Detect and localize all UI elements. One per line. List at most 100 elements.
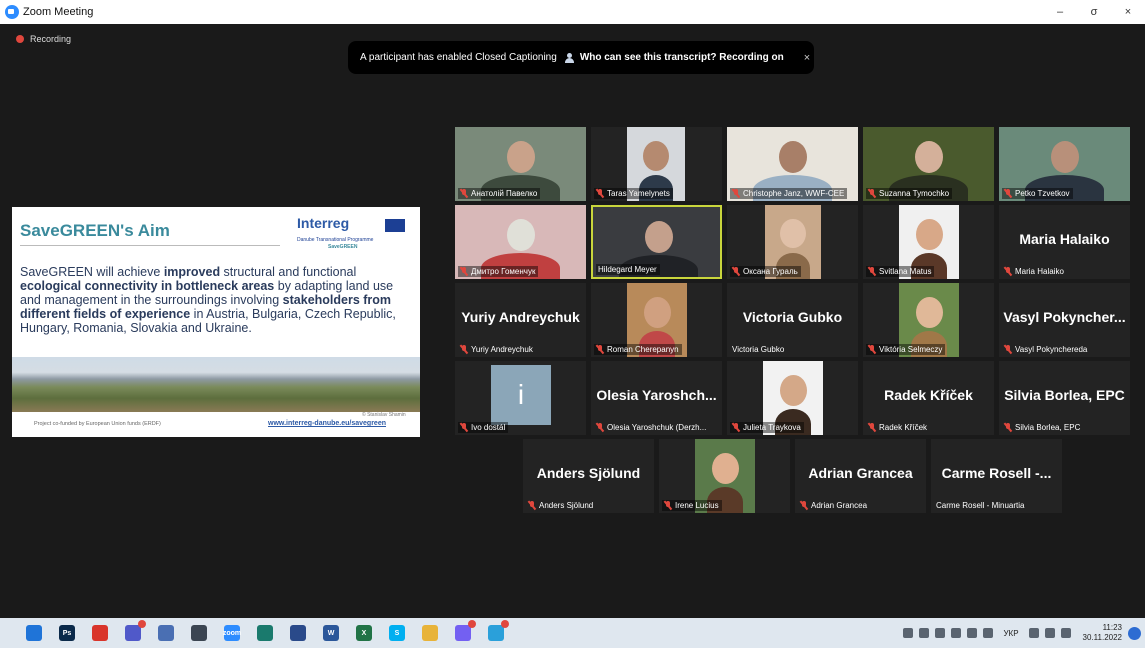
tray-app-icon[interactable]	[951, 628, 962, 638]
window-controls: – σ ×	[1043, 0, 1145, 24]
participant-name: Yuriy Andreychuk	[471, 345, 533, 354]
participant-tile[interactable]: Irene Lucius	[659, 439, 790, 513]
participant-name: Viktória Selmeczy	[879, 345, 943, 354]
participant-name: Roman Cherepanyn	[607, 345, 679, 354]
shared-screen[interactable]: SaveGREEN's Aim Interreg Danube Transnat…	[12, 207, 420, 437]
transcript-info-label: Who can see this transcript? Recording o…	[579, 52, 784, 63]
app-red-icon[interactable]	[92, 625, 108, 641]
participant-tile[interactable]: Vasyl Pokyncher... Vasyl Pokynchereda	[999, 283, 1130, 357]
clock-time: 11:23	[1102, 623, 1122, 632]
teams-icon[interactable]	[125, 620, 146, 641]
calculator-icon[interactable]	[191, 625, 207, 641]
participant-display-name: Vasyl Pokyncher...	[1003, 309, 1126, 325]
participant-name-label: Оксана Гураль	[730, 266, 801, 277]
window-title: Zoom Meeting	[23, 6, 94, 18]
participant-tile[interactable]: Silvia Borlea, EPC Silvia Borlea, EPC	[999, 361, 1130, 435]
recording-indicator[interactable]: Recording	[16, 34, 71, 44]
participant-tile[interactable]: Дмитро Гоменчук	[455, 205, 586, 279]
telegram-icon[interactable]	[488, 620, 509, 641]
participant-display-name: Olesia Yaroshch...	[596, 387, 717, 403]
participant-name-label: Vasyl Pokynchereda	[1002, 344, 1090, 355]
mic-muted-icon	[528, 501, 536, 510]
participant-name-label: Silvia Borlea, EPC	[1002, 422, 1083, 433]
windows-taskbar: Ps zoom W X S УКР 11:23 30.11.2022	[0, 618, 1145, 648]
mic-muted-icon	[460, 423, 468, 432]
participant-tile[interactable]: Viktória Selmeczy	[863, 283, 994, 357]
participant-tile[interactable]: Suzanna Tymochko	[863, 127, 994, 201]
mic-muted-icon	[460, 189, 468, 198]
word-icon[interactable]: W	[323, 625, 339, 641]
participant-tile[interactable]: Carme Rosell -... Carme Rosell - Minuarti…	[931, 439, 1062, 513]
maximize-button[interactable]: σ	[1077, 0, 1111, 24]
participant-tile[interactable]: Оксана Гураль	[727, 205, 858, 279]
participant-tile[interactable]: Taras Yamelynets	[591, 127, 722, 201]
participant-tile[interactable]: Maria Halaiko Maria Halaiko	[999, 205, 1130, 279]
participant-tile[interactable]: Anders Sjölund Anders Sjölund	[523, 439, 654, 513]
participant-display-name: Victoria Gubko	[742, 309, 843, 325]
notification-icon[interactable]	[1128, 626, 1141, 640]
clock[interactable]: 11:23 30.11.2022	[1083, 623, 1122, 643]
minimize-button[interactable]: –	[1043, 0, 1077, 24]
participant-tile[interactable]: Yuriy Andreychuk Yuriy Andreychuk	[455, 283, 586, 357]
mic-muted-icon	[460, 267, 468, 276]
notification-badge	[468, 620, 476, 628]
participant-tile[interactable]: Svitlana Matus	[863, 205, 994, 279]
participant-face	[915, 297, 943, 329]
participant-name: Carme Rosell - Minuartia	[936, 501, 1025, 510]
mic-muted-icon	[868, 267, 876, 276]
participant-tile[interactable]: Анатолій Павелко	[455, 127, 586, 201]
chrome-icon[interactable]	[422, 625, 438, 641]
participant-face	[506, 219, 535, 252]
participant-tile[interactable]: Victoria Gubko Victoria Gubko	[727, 283, 858, 357]
participant-tile[interactable]: Adrian Grancea Adrian Grancea	[795, 439, 926, 513]
participant-tile[interactable]: Julieta Traykova	[727, 361, 858, 435]
mic-muted-icon	[800, 501, 808, 510]
excel-icon[interactable]: X	[356, 625, 372, 641]
participant-name-label: Дмитро Гоменчук	[458, 266, 539, 277]
skype-icon[interactable]: S	[389, 625, 405, 641]
participant-tile[interactable]: Roman Cherepanyn	[591, 283, 722, 357]
participant-tile[interactable]: Petko Tzvetkov	[999, 127, 1130, 201]
participant-name-label: Petko Tzvetkov	[1002, 188, 1073, 199]
viber-icon[interactable]	[455, 620, 476, 641]
banner-close-button[interactable]: ×	[804, 52, 810, 64]
participant-tile[interactable]: Olesia Yaroshch... Olesia Yaroshchuk (Der…	[591, 361, 722, 435]
cloud-icon[interactable]	[967, 628, 978, 638]
participant-name-label: Suzanna Tymochko	[866, 188, 953, 199]
participant-name: Оксана Гураль	[743, 267, 798, 276]
eu-flag-icon	[385, 219, 405, 232]
participant-name-label: Olesia Yaroshchuk (Derzh...	[594, 422, 709, 433]
volume-icon[interactable]	[1044, 628, 1055, 638]
tray-app-icon[interactable]	[935, 628, 946, 638]
participant-name-label: Анатолій Павелко	[458, 188, 541, 199]
participant-name: Hildegard Meyer	[598, 265, 657, 274]
participant-face	[914, 141, 943, 174]
transcript-info-link[interactable]: Who can see this transcript? Recording o…	[564, 52, 784, 63]
search-app-icon[interactable]	[257, 625, 273, 641]
zoom-icon[interactable]: zoom	[223, 625, 241, 641]
battery-icon[interactable]	[1060, 628, 1071, 638]
close-window-button[interactable]: ×	[1111, 0, 1145, 24]
participant-name: Anders Sjölund	[539, 501, 594, 510]
save-app-icon[interactable]	[290, 625, 306, 641]
body-text: structural and functional	[220, 265, 357, 279]
participant-face	[642, 141, 670, 171]
photoshop-icon[interactable]: Ps	[59, 625, 75, 641]
participant-tile[interactable]: i Ivo dostál	[455, 361, 586, 435]
app-people-icon[interactable]	[158, 625, 174, 641]
participant-tile[interactable]: Hildegard Meyer	[591, 205, 722, 279]
participant-face	[915, 219, 943, 251]
chevron-up-icon[interactable]	[903, 628, 914, 638]
participant-face	[779, 375, 807, 407]
participant-name-label: Adrian Grancea	[798, 500, 870, 511]
windows-start-icon[interactable]	[26, 625, 42, 641]
tray-app-icon[interactable]	[919, 628, 930, 638]
participant-tile[interactable]: Radek Kříček Radek Kříček	[863, 361, 994, 435]
participant-tile[interactable]: Christophe Janz, WWF-CEE	[727, 127, 858, 201]
wifi-icon[interactable]	[1028, 628, 1039, 638]
participant-display-name: Carme Rosell -...	[941, 465, 1052, 481]
microphone-icon[interactable]	[983, 628, 994, 638]
participant-face	[644, 221, 673, 254]
mic-muted-icon	[460, 345, 468, 354]
language-indicator[interactable]: УКР	[1003, 629, 1018, 638]
